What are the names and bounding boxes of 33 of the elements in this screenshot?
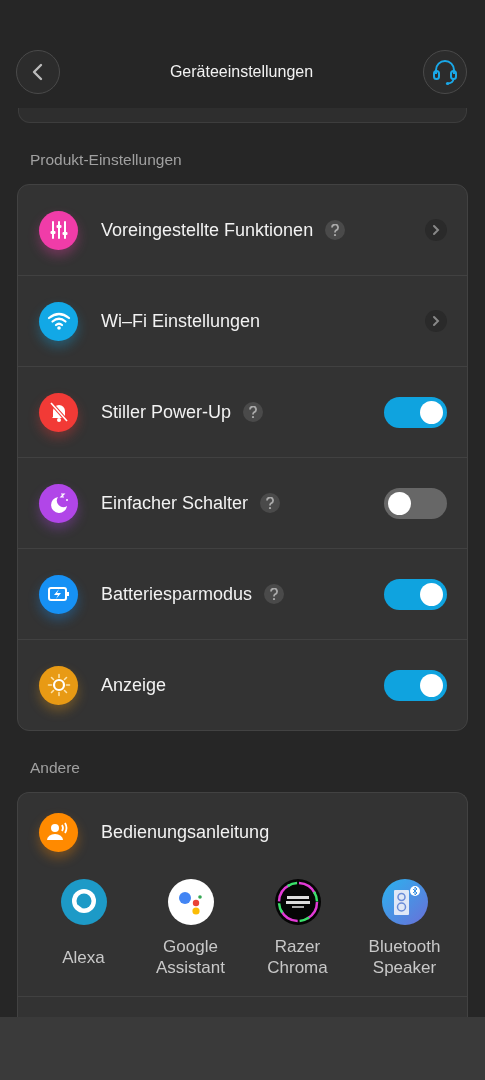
- toggle-switch[interactable]: [384, 669, 447, 701]
- toggle-switch[interactable]: [384, 487, 447, 519]
- chevron-button[interactable]: [425, 219, 447, 241]
- help-icon[interactable]: [243, 402, 264, 422]
- setting-label: Wi–Fi Einstellungen: [101, 310, 261, 332]
- app-label: Razer Chroma: [266, 936, 329, 978]
- chevron-right-icon: [432, 224, 440, 236]
- help-icon[interactable]: [264, 584, 285, 604]
- toggle-switch[interactable]: [384, 578, 447, 610]
- help-icon[interactable]: [260, 493, 281, 513]
- setting-label: Anzeige: [101, 674, 167, 696]
- speaker-icon[interactable]: [381, 879, 428, 925]
- chroma-icon[interactable]: [274, 879, 321, 925]
- support-button[interactable]: [423, 49, 467, 94]
- section-title: Andere: [29, 758, 81, 778]
- toggle-switch[interactable]: [384, 396, 447, 428]
- help-icon[interactable]: [325, 220, 346, 240]
- back-button[interactable]: [16, 49, 60, 94]
- app-label: Bluetooth Speaker: [367, 936, 442, 978]
- chevron-button[interactable]: [425, 310, 447, 332]
- page-title: Geräteeinstellungen: [169, 62, 314, 81]
- alexa-icon[interactable]: [60, 879, 107, 925]
- setting-label[interactable]: Bedienungsanleitung: [101, 821, 270, 843]
- chevron-left-icon: [31, 61, 45, 82]
- setting-label: Voreingestellte Funktionen: [101, 219, 314, 241]
- assistant-icon[interactable]: [167, 879, 214, 925]
- section-title: Produkt-Einstellungen: [29, 150, 183, 170]
- app-label: Alexa: [61, 946, 106, 968]
- setting-label: Stiller Power-Up: [101, 401, 232, 423]
- app-label: Google Assistant: [155, 936, 226, 978]
- setting-label: Batteriesparmodus: [101, 583, 253, 605]
- setting-label: Einfacher Schalter: [101, 492, 249, 514]
- chevron-right-icon: [432, 315, 440, 327]
